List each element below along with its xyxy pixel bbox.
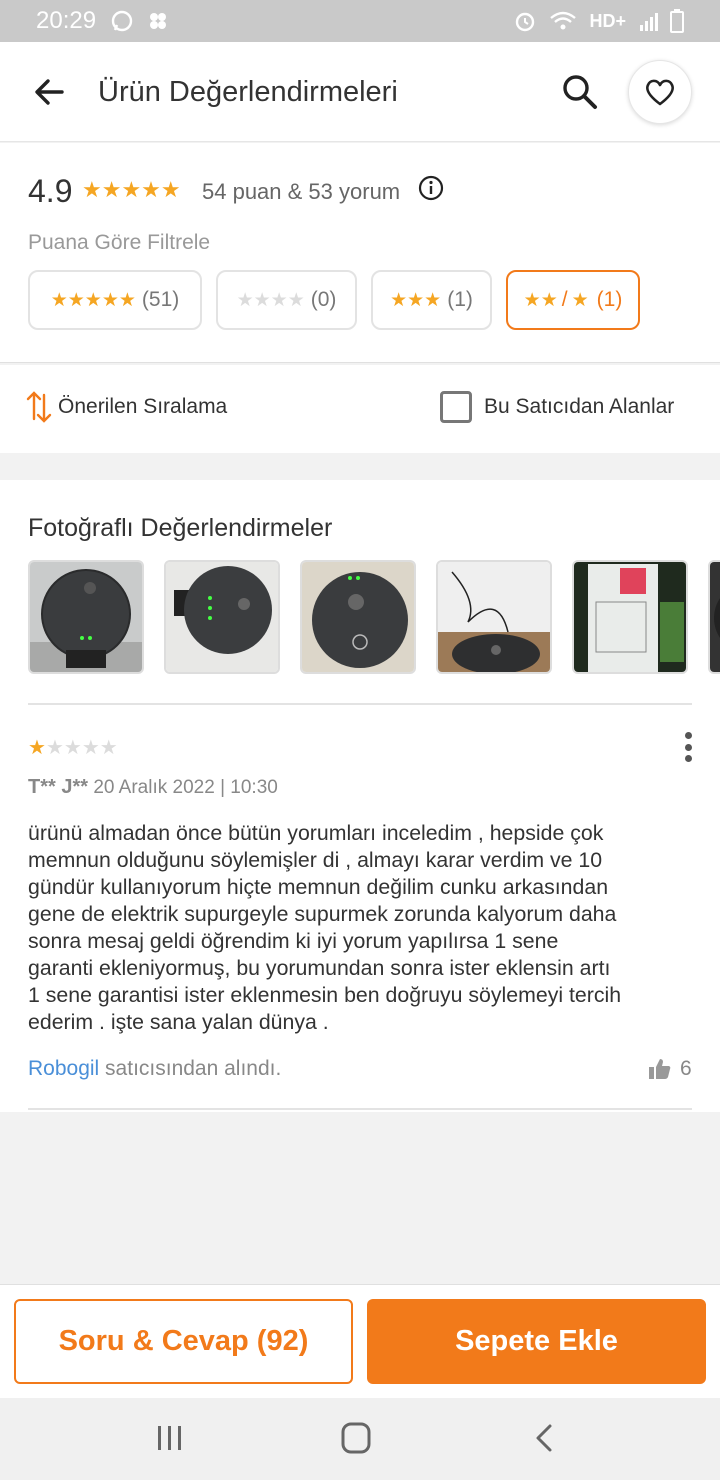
review-photo[interactable]	[164, 560, 280, 674]
review-author: T** J**	[28, 776, 89, 798]
like-count: 6	[680, 1057, 692, 1080]
bottom-action-bar: Soru & Cevap (92) Sepete Ekle	[0, 1284, 720, 1398]
search-button[interactable]	[558, 70, 602, 114]
filter-count: (1)	[596, 288, 623, 311]
average-stars: ★★★★★	[82, 177, 181, 202]
sort-button[interactable]: Önerilen Sıralama	[26, 389, 227, 425]
seller-filter-checkbox[interactable]: Bu Satıcıdan Alanlar	[440, 391, 674, 423]
star-icon: ★	[81, 737, 100, 759]
filter-stars: ★★	[523, 289, 558, 311]
photos-title: Fotoğraflı Değerlendirmeler	[28, 514, 333, 542]
filter-stars: ★★★★	[236, 289, 305, 311]
checkbox-box[interactable]	[440, 391, 472, 423]
filter-count: (1)	[447, 288, 473, 311]
review-rating: ★★★★★	[28, 735, 118, 760]
filter-stars: ★★★★★	[50, 289, 136, 311]
filter-count: (51)	[141, 288, 180, 311]
add-to-cart-button[interactable]: Sepete Ekle	[367, 1299, 706, 1384]
qa-button[interactable]: Soru & Cevap (92)	[14, 1299, 353, 1384]
rating-counts: 54 puan & 53 yorum	[202, 179, 401, 204]
status-time: 20:29	[36, 7, 97, 34]
review-photo[interactable]	[300, 560, 416, 674]
seller-suffix: satıcısından alındı.	[99, 1057, 282, 1080]
rating-summary: 4.9 ★★★★★ 54 puan & 53 yorum Puana Göre …	[0, 143, 720, 363]
dot-icon	[684, 732, 692, 739]
filter-separator: /	[561, 288, 568, 311]
review-photo[interactable]	[28, 560, 144, 674]
recent-apps-icon	[158, 1426, 181, 1450]
sort-label: Önerilen Sıralama	[58, 395, 228, 418]
back-button[interactable]	[30, 72, 70, 112]
review-photo[interactable]	[572, 560, 688, 674]
divider	[28, 703, 692, 705]
divider	[28, 1108, 692, 1110]
favorite-button[interactable]	[628, 60, 692, 124]
star-icon: ★	[28, 737, 46, 759]
review-photo[interactable]	[708, 560, 720, 674]
filter-5-stars[interactable]: ★★★★★ (51)	[28, 270, 202, 330]
info-icon[interactable]	[418, 175, 444, 201]
recent-apps-button[interactable]	[150, 1420, 190, 1456]
thumbs-up-icon	[649, 1059, 671, 1079]
wifi-icon	[550, 11, 577, 30]
arrow-left-icon	[35, 79, 64, 105]
alarm-icon	[516, 12, 535, 32]
chevron-left-icon	[536, 1424, 552, 1452]
filter-2-1-stars[interactable]: ★★ / ★ (1)	[506, 270, 640, 330]
system-nav-bar	[0, 1398, 720, 1480]
network-label: HD+	[589, 10, 626, 31]
filter-3-stars[interactable]: ★★★ (1)	[371, 270, 492, 330]
review-seller: Robogil satıcısından alındı.	[28, 1057, 281, 1081]
status-bar: 20:29 HD+	[0, 0, 720, 42]
signal-icon	[640, 13, 658, 31]
filter-label: Puana Göre Filtrele	[28, 231, 211, 254]
dot-icon	[684, 755, 692, 762]
page-title: Ürün Değerlendirmeleri	[98, 76, 398, 108]
sort-bar: Önerilen Sıralama Bu Satıcıdan Alanlar	[0, 365, 720, 453]
seller-link[interactable]: Robogil	[28, 1057, 99, 1080]
back-nav-button[interactable]	[524, 1420, 564, 1456]
review-text: ürünü almadan önce bütün yorumları incel…	[28, 821, 622, 1034]
filter-4-stars[interactable]: ★★★★ (0)	[216, 270, 357, 330]
home-icon	[341, 1422, 371, 1454]
review-date: 20 Aralık 2022 | 10:30	[93, 777, 278, 798]
filter-stars: ★★★	[390, 289, 442, 311]
filter-stars: ★	[571, 289, 589, 311]
average-score: 4.9	[28, 173, 73, 209]
more-options-button[interactable]	[674, 730, 702, 764]
app-bar: Ürün Değerlendirmeleri	[0, 42, 720, 142]
filter-count: (0)	[310, 288, 337, 311]
battery-icon	[670, 9, 684, 33]
star-icon: ★	[99, 737, 118, 759]
search-icon	[563, 75, 597, 109]
clover-icon	[150, 13, 167, 29]
review-photo[interactable]	[436, 560, 552, 674]
heart-icon	[646, 79, 674, 106]
home-button[interactable]	[336, 1420, 376, 1456]
photo-strip[interactable]	[28, 560, 720, 674]
dot-icon	[684, 743, 692, 751]
whatsapp-icon	[111, 10, 133, 32]
reviews-section: Fotoğraflı Değerlendirmeler ★★★★★ T** J*…	[0, 480, 720, 1112]
seller-filter-label: Bu Satıcıdan Alanlar	[484, 395, 675, 418]
star-icon: ★	[45, 737, 64, 759]
review-author-line: T** J** 20 Aralık 2022 | 10:30	[28, 776, 278, 799]
sort-arrows-icon	[26, 391, 52, 423]
like-button[interactable]: 6	[648, 1057, 692, 1081]
star-icon: ★	[63, 737, 82, 759]
